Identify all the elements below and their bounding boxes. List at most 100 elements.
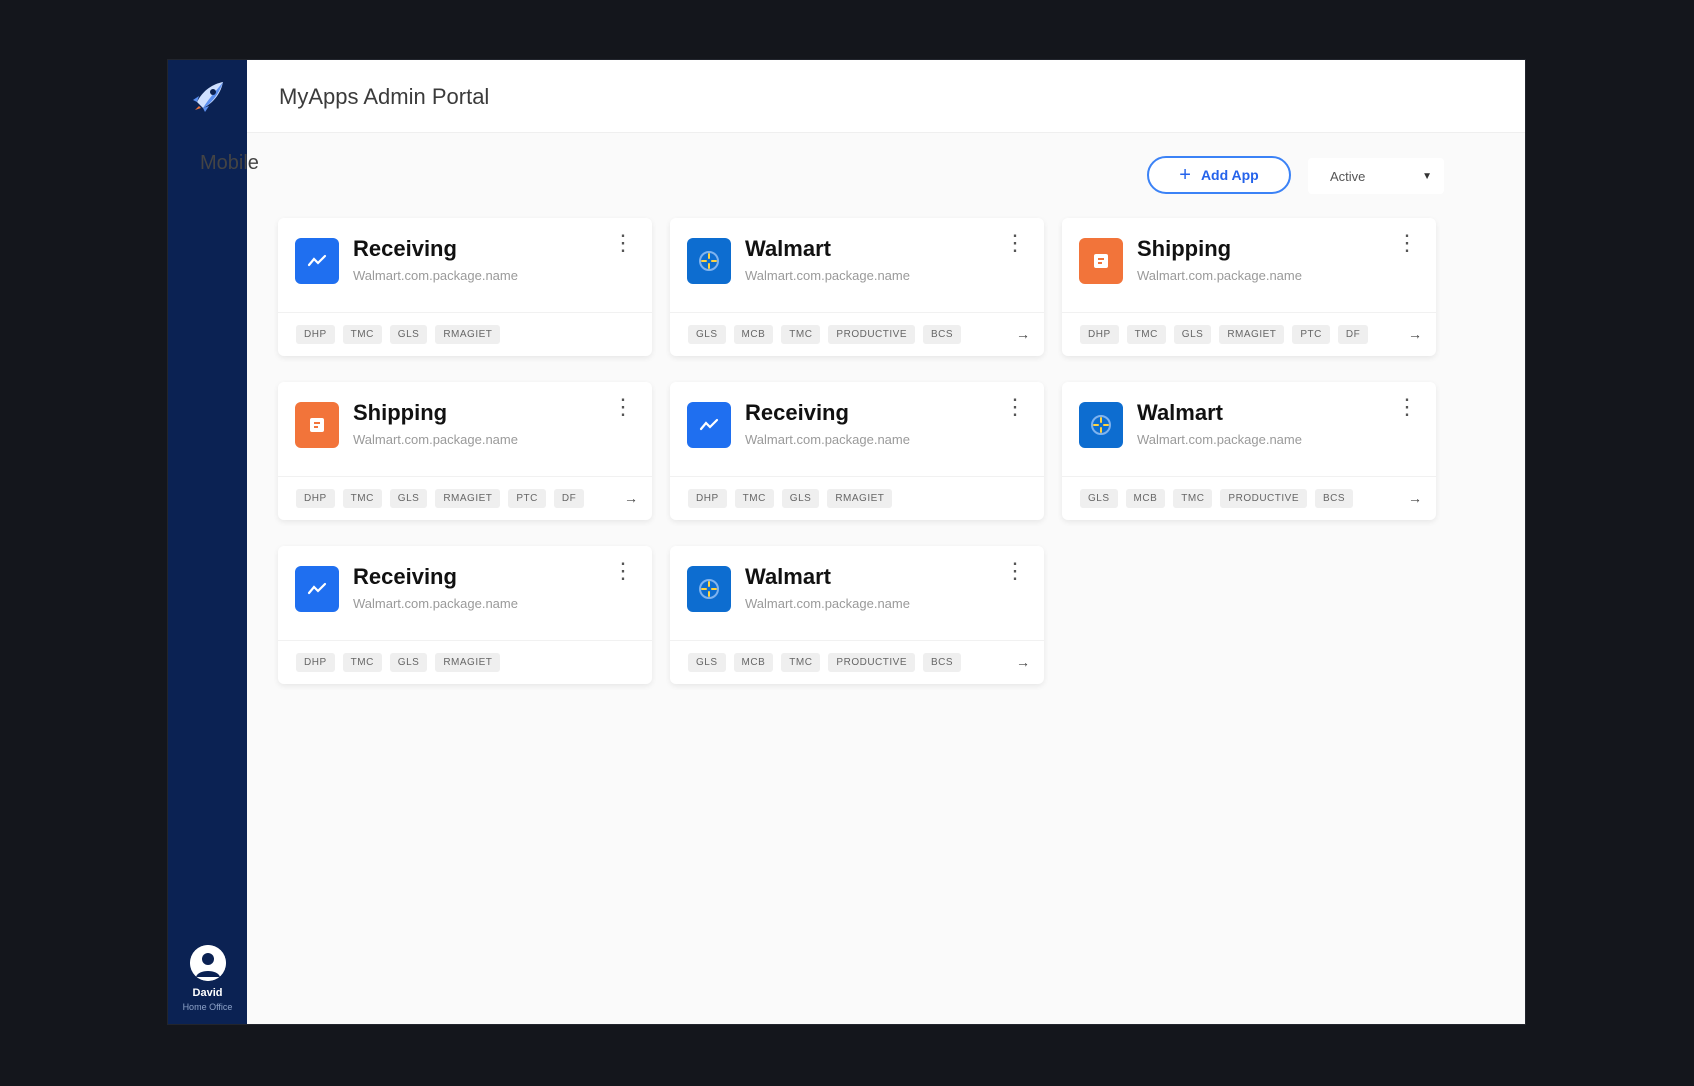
app-card[interactable]: Walmart Walmart.com.package.name ⋮ GLS MCB TM… (670, 546, 1044, 684)
section-title: Mobile (200, 152, 259, 174)
tag-list: DHP TMC GLS RMAGIET (296, 323, 638, 345)
app-package-name: Walmart.com.package.name (1137, 268, 1302, 283)
environment-tag: DHP (296, 652, 335, 672)
environment-tag: PTC (1292, 324, 1330, 344)
shipping-icon (295, 402, 339, 448)
environment-tag: TMC (1173, 488, 1213, 508)
app-card[interactable]: Receiving Walmart.com.package.name ⋮ DHP TMC… (670, 382, 1044, 520)
shipping-icon (1079, 238, 1123, 284)
app-name: Receiving (353, 564, 457, 589)
tag-list: GLS MCB TMC PRODUCTIVE BCS → (1080, 487, 1422, 509)
card-divider (278, 312, 652, 313)
environment-tag: DHP (1080, 324, 1119, 344)
app-package-name: Walmart.com.package.name (353, 596, 518, 611)
tag-list: GLS MCB TMC PRODUCTIVE BCS → (688, 651, 1030, 673)
walmart-spark-icon (687, 566, 731, 612)
environment-tag: DHP (296, 324, 335, 344)
rocket-logo-icon[interactable] (189, 78, 227, 116)
app-name: Walmart (745, 236, 831, 261)
tag-list: DHP TMC GLS RMAGIET (688, 487, 1030, 509)
environment-tag: TMC (734, 488, 774, 508)
kebab-menu-icon[interactable]: ⋮ (1004, 396, 1026, 418)
environment-tag: PRODUCTIVE (828, 324, 915, 344)
environment-tag: RMAGIET (435, 324, 501, 344)
add-app-button[interactable]: + Add App (1147, 156, 1291, 194)
app-name: Shipping (353, 400, 448, 425)
environment-tag: RMAGIET (1219, 324, 1285, 344)
app-name: Walmart (745, 564, 831, 589)
environment-tag: TMC (342, 488, 382, 508)
environment-tag: PTC (508, 488, 546, 508)
environment-tag: GLS (688, 652, 726, 672)
environment-tag: BCS (922, 324, 962, 344)
environment-tag: GLS (1080, 488, 1118, 508)
environment-tag: BCS (1314, 488, 1354, 508)
kebab-menu-icon[interactable]: ⋮ (612, 560, 634, 582)
tag-list: DHP TMC GLS RMAGIET PTC DF → (296, 487, 638, 509)
app-package-name: Walmart.com.package.name (353, 432, 518, 447)
kebab-menu-icon[interactable]: ⋮ (1004, 232, 1026, 254)
environment-tag: GLS (1173, 324, 1212, 344)
environment-tag: RMAGIET (435, 652, 501, 672)
more-tags-arrow-icon[interactable]: → (1016, 326, 1030, 342)
environment-tag: GLS (389, 324, 428, 344)
kebab-menu-icon[interactable]: ⋮ (1396, 396, 1418, 418)
walmart-spark-icon (687, 238, 731, 284)
page-title: MyApps Admin Portal (279, 84, 490, 109)
more-tags-arrow-icon[interactable]: → (1408, 490, 1422, 506)
kebab-menu-icon[interactable]: ⋮ (612, 396, 634, 418)
environment-tag: GLS (389, 652, 428, 672)
environment-tag: TMC (342, 324, 382, 344)
app-card-grid: Receiving Walmart.com.package.name ⋮ DHP TMC… (278, 218, 1436, 684)
more-tags-arrow-icon[interactable]: → (1408, 326, 1422, 342)
environment-tag: DF (553, 488, 585, 508)
app-card[interactable]: Receiving Walmart.com.package.name ⋮ DHP TMC… (278, 218, 652, 356)
app-window: David Home Office MyApps Admin Portal Mo… (168, 60, 1525, 1024)
kebab-menu-icon[interactable]: ⋮ (612, 232, 634, 254)
app-name: Shipping (1137, 236, 1232, 261)
tag-list: GLS MCB TMC PRODUCTIVE BCS → (688, 323, 1030, 345)
environment-tag: TMC (781, 324, 821, 344)
app-card[interactable]: Receiving Walmart.com.package.name ⋮ DHP TMC… (278, 546, 652, 684)
card-divider (670, 312, 1044, 313)
environment-tag: MCB (733, 324, 774, 344)
status-filter-value: Active (1330, 168, 1366, 184)
tag-list: DHP TMC GLS RMAGIET PTC DF → (1080, 323, 1422, 345)
environment-tag: MCB (733, 652, 774, 672)
app-package-name: Walmart.com.package.name (1137, 432, 1302, 447)
receiving-icon (295, 238, 339, 284)
kebab-menu-icon[interactable]: ⋮ (1004, 560, 1026, 582)
avatar-icon (189, 945, 226, 981)
app-name: Receiving (745, 400, 849, 425)
environment-tag: DHP (296, 488, 335, 508)
user-role: Home Office (182, 1002, 233, 1012)
environment-tag: GLS (781, 488, 820, 508)
sidebar: David Home Office (168, 60, 247, 1024)
top-header: MyApps Admin Portal (247, 60, 1525, 133)
user-name: David (192, 987, 223, 999)
card-divider (278, 476, 652, 477)
plus-icon: + (1179, 164, 1191, 186)
environment-tag: TMC (781, 652, 821, 672)
card-divider (278, 640, 652, 641)
receiving-icon (687, 402, 731, 448)
add-app-label: Add App (1200, 167, 1259, 183)
user-profile[interactable]: David Home Office (168, 945, 247, 1012)
app-card[interactable]: Shipping Walmart.com.package.name ⋮ DHP TMC G… (278, 382, 652, 520)
status-filter-select[interactable]: Active ▼ (1308, 158, 1444, 194)
caret-down-icon: ▼ (1422, 170, 1432, 182)
app-card[interactable]: Shipping Walmart.com.package.name ⋮ DHP TMC G… (1062, 218, 1436, 356)
app-package-name: Walmart.com.package.name (745, 432, 910, 447)
app-package-name: Walmart.com.package.name (353, 268, 518, 283)
card-divider (670, 476, 1044, 477)
app-card[interactable]: Walmart Walmart.com.package.name ⋮ GLS MCB TM… (1062, 382, 1436, 520)
environment-tag: GLS (688, 324, 726, 344)
kebab-menu-icon[interactable]: ⋮ (1396, 232, 1418, 254)
environment-tag: RMAGIET (827, 488, 893, 508)
more-tags-arrow-icon[interactable]: → (1016, 654, 1030, 670)
environment-tag: DF (1337, 324, 1369, 344)
tag-list: DHP TMC GLS RMAGIET (296, 651, 638, 673)
app-package-name: Walmart.com.package.name (745, 268, 910, 283)
more-tags-arrow-icon[interactable]: → (624, 490, 638, 506)
app-card[interactable]: Walmart Walmart.com.package.name ⋮ GLS MCB TM… (670, 218, 1044, 356)
